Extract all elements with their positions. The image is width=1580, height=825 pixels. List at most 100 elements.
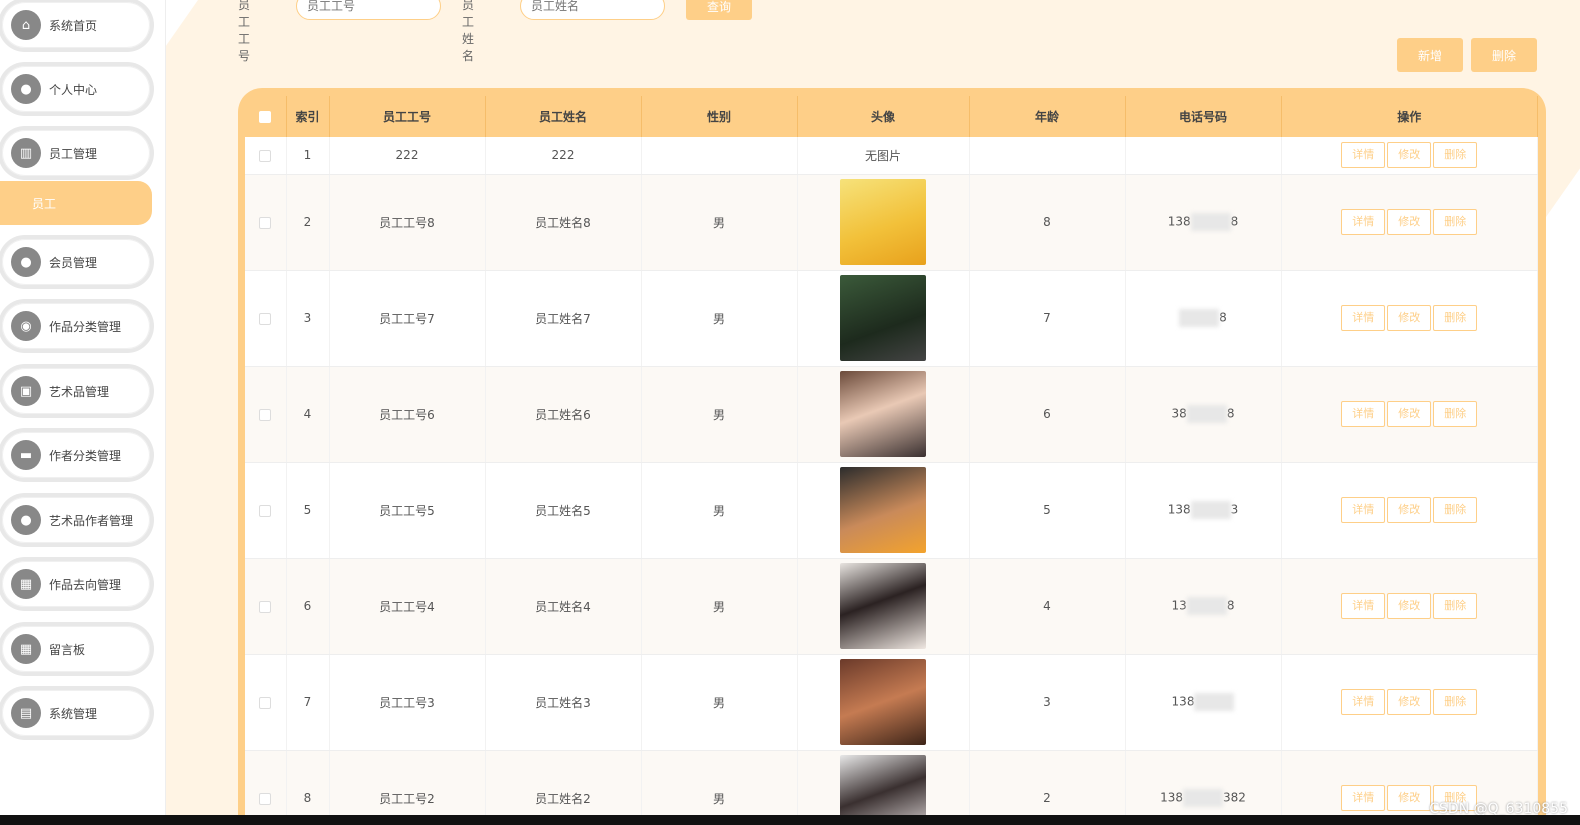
avatar-image — [840, 467, 926, 553]
delete-button[interactable]: 删除 — [1433, 305, 1478, 331]
user-icon: ● — [11, 247, 41, 277]
cell-index: 3 — [286, 270, 330, 367]
row-checkbox[interactable] — [259, 312, 272, 325]
edit-button[interactable]: 修改 — [1387, 209, 1432, 235]
cell-phone: 138 8 — [1125, 174, 1282, 271]
cell-actions: 详情 修改 删除 — [1281, 558, 1538, 655]
row-checkbox[interactable] — [259, 149, 272, 162]
sidebar-item-6[interactable]: ▬ 作者分类管理 — [2, 432, 150, 478]
cell-avatar — [797, 558, 970, 655]
home-icon: ⌂ — [11, 10, 41, 40]
row-checkbox[interactable] — [259, 792, 272, 805]
cell-avatar — [797, 174, 970, 271]
apps-icon: ▦ — [11, 634, 41, 664]
row-checkbox[interactable] — [259, 408, 272, 421]
table-row[interactable]: 4 员工工号6 员工姓名6 男 6 38 8 详情 修改 删除 — [245, 366, 1538, 463]
cell-phone — [1125, 137, 1282, 175]
cell-index: 8 — [286, 750, 330, 825]
detail-button[interactable]: 详情 — [1341, 593, 1386, 619]
phone-prefix: 138 — [1167, 502, 1191, 517]
edit-button[interactable]: 修改 — [1387, 689, 1432, 715]
cell-index: 7 — [286, 654, 330, 751]
table-row[interactable]: 2 员工工号8 员工姓名8 男 8 138 8 详情 修改 删除 — [245, 174, 1538, 271]
cell-phone: 8 — [1125, 270, 1282, 367]
row-select-cell[interactable] — [245, 462, 287, 559]
header-employee-no: 员工工号 — [329, 96, 486, 137]
detail-button[interactable]: 详情 — [1341, 497, 1386, 523]
sidebar-item-label: 作品去向管理 — [49, 577, 122, 592]
table-row[interactable]: 1 222 222 无图片 详情 修改 删除 — [245, 137, 1538, 175]
sidebar-item-0[interactable]: ⌂ 系统首页 — [2, 2, 150, 48]
sidebar-item-label: 会员管理 — [49, 255, 98, 270]
row-checkbox[interactable] — [259, 504, 272, 517]
cell-employee-name: 员工姓名8 — [485, 174, 642, 271]
phone-suffix: 8 — [1226, 598, 1235, 613]
row-select-cell[interactable] — [245, 174, 287, 271]
phone-prefix: 13 — [1171, 598, 1187, 613]
edit-button[interactable]: 修改 — [1387, 593, 1432, 619]
table-row[interactable]: 7 员工工号3 员工姓名3 男 3 138 详情 修改 删除 — [245, 654, 1538, 751]
user-icon: ● — [11, 74, 41, 104]
row-select-cell[interactable] — [245, 558, 287, 655]
row-select-cell[interactable] — [245, 654, 287, 751]
row-checkbox[interactable] — [259, 600, 272, 613]
detail-button[interactable]: 详情 — [1341, 142, 1386, 169]
row-select-cell[interactable] — [245, 270, 287, 367]
delete-button[interactable]: 删除 — [1433, 142, 1478, 169]
delete-button[interactable]: 删除 — [1433, 401, 1478, 427]
sidebar-item-7[interactable]: ● 艺术品作者管理 — [2, 497, 150, 543]
cell-employee-name: 员工姓名2 — [485, 750, 642, 825]
add-button[interactable]: 新增 — [1397, 38, 1463, 72]
sidebar-item-9[interactable]: ▦ 留言板 — [2, 626, 150, 672]
table-row[interactable]: 6 员工工号4 员工姓名4 男 4 13 8 详情 修改 删除 — [245, 558, 1538, 655]
cell-actions: 详情 修改 删除 — [1281, 366, 1538, 463]
sidebar-subitem-employee[interactable]: 员工 — [0, 181, 152, 225]
search-button[interactable]: 查询 — [686, 0, 752, 20]
detail-button[interactable]: 详情 — [1341, 305, 1386, 331]
cell-avatar — [797, 270, 970, 367]
header-age: 年龄 — [969, 96, 1126, 137]
edit-button[interactable]: 修改 — [1387, 785, 1432, 811]
delete-button[interactable]: 删除 — [1433, 497, 1478, 523]
edit-button[interactable]: 修改 — [1387, 305, 1432, 331]
edit-button[interactable]: 修改 — [1387, 142, 1432, 169]
sidebar-item-8[interactable]: ▦ 作品去向管理 — [2, 561, 150, 607]
employee-no-input[interactable] — [296, 0, 441, 20]
table-row[interactable]: 3 员工工号7 员工姓名7 男 7 8 详情 修改 删除 — [245, 270, 1538, 367]
row-checkbox[interactable] — [259, 216, 272, 229]
cell-phone: 138 — [1125, 654, 1282, 751]
batch-delete-button[interactable]: 删除 — [1471, 38, 1537, 72]
cell-age: 2 — [969, 750, 1126, 825]
select-all-checkbox[interactable] — [259, 111, 272, 123]
sidebar-item-3[interactable]: ● 会员管理 — [2, 239, 150, 285]
sidebar-item-10[interactable]: ▤ 系统管理 — [2, 690, 150, 736]
cell-phone: 138 382 — [1125, 750, 1282, 825]
table-row[interactable]: 5 员工工号5 员工姓名5 男 5 138 3 详情 修改 删除 — [245, 462, 1538, 559]
sidebar-item-5[interactable]: ▣ 艺术品管理 — [2, 368, 150, 414]
edit-button[interactable]: 修改 — [1387, 497, 1432, 523]
employee-name-input[interactable] — [520, 0, 665, 20]
detail-button[interactable]: 详情 — [1341, 209, 1386, 235]
detail-button[interactable]: 详情 — [1341, 401, 1386, 427]
row-select-cell[interactable] — [245, 366, 287, 463]
row-select-cell[interactable] — [245, 750, 287, 825]
delete-button[interactable]: 删除 — [1433, 593, 1478, 619]
row-select-cell[interactable] — [245, 137, 287, 175]
delete-button[interactable]: 删除 — [1433, 689, 1478, 715]
edit-button[interactable]: 修改 — [1387, 401, 1432, 427]
phone-redacted — [1190, 213, 1231, 231]
table-row[interactable]: 8 员工工号2 员工姓名2 男 2 138 382 详情 修改 删除 — [245, 750, 1538, 825]
sidebar-item-2[interactable]: ▥ 员工管理 — [2, 130, 150, 176]
row-checkbox[interactable] — [259, 696, 272, 709]
detail-button[interactable]: 详情 — [1341, 689, 1386, 715]
sidebar-item-4[interactable]: ◉ 作品分类管理 — [2, 303, 150, 349]
avatar-image — [840, 371, 926, 457]
cell-phone: 13 8 — [1125, 558, 1282, 655]
select-all-header[interactable] — [245, 96, 287, 137]
cell-gender: 男 — [641, 654, 798, 751]
delete-button[interactable]: 删除 — [1433, 209, 1478, 235]
sidebar-item-1[interactable]: ● 个人中心 — [2, 66, 150, 112]
cell-employee-no: 员工工号8 — [329, 174, 486, 271]
sidebar-item-label: 系统管理 — [49, 706, 98, 721]
detail-button[interactable]: 详情 — [1341, 785, 1386, 811]
